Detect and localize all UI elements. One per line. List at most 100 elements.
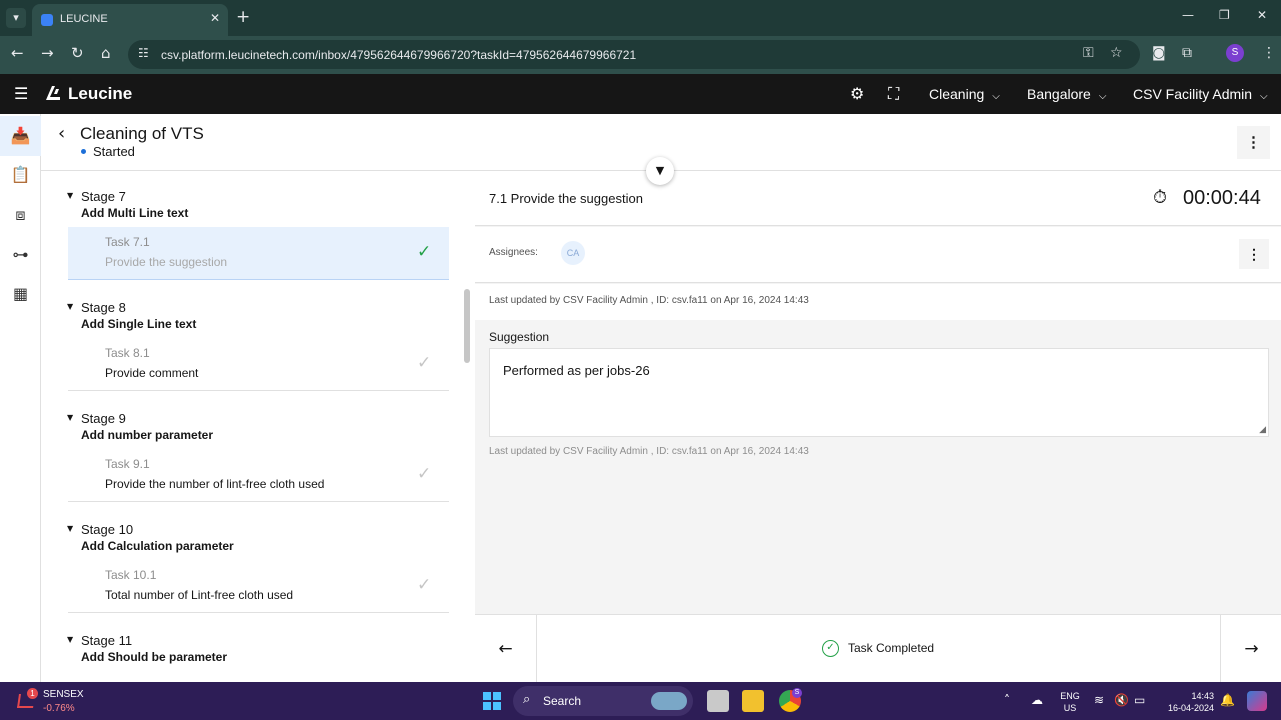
- chevron-down-icon: ⌵: [1098, 91, 1107, 102]
- reload-icon[interactable]: ↻: [71, 44, 84, 62]
- facility-label: Bangalore: [1027, 86, 1091, 102]
- task-view-icon[interactable]: [707, 690, 729, 712]
- user-menu[interactable]: CSV Facility Admin ⌵: [1133, 86, 1268, 102]
- stage-item: ▼ Stage 7 Add Multi Line text Task 7.1 P…: [41, 171, 461, 282]
- browser-tab-strip: ▾ LEUCINE ✕ + — ❐ ✕: [0, 0, 1281, 36]
- maximize-icon[interactable]: ❐: [1219, 8, 1230, 22]
- scrollbar-thumb[interactable]: [464, 289, 470, 363]
- scan-icon[interactable]: ⛶: [888, 84, 899, 104]
- check-icon: ✓: [417, 353, 432, 373]
- leucine-logo-icon: [46, 86, 60, 100]
- language-indicator[interactable]: ENG US: [1059, 690, 1081, 714]
- camera-icon[interactable]: ◙: [1152, 45, 1166, 61]
- chevron-down-icon: ⌵: [992, 91, 1000, 102]
- taskbar-search[interactable]: ⌕ Search: [513, 686, 693, 716]
- status-dot: [81, 149, 86, 154]
- facility-select[interactable]: Bangalore ⌵: [1027, 86, 1106, 102]
- caret-down-icon[interactable]: ▼: [67, 635, 73, 644]
- job-more-icon[interactable]: ⋮: [1237, 126, 1270, 159]
- previous-task-icon[interactable]: ←: [475, 615, 537, 683]
- url-text[interactable]: csv.platform.leucinetech.com/inbox/47956…: [161, 48, 636, 62]
- check-icon: ✓: [417, 464, 432, 484]
- stage-list: ▼ Stage 7 Add Multi Line text Task 7.1 P…: [41, 171, 461, 682]
- use-case-select[interactable]: Cleaning ⌵: [929, 86, 1000, 102]
- windows-start-icon[interactable]: [483, 692, 501, 710]
- extensions-icon[interactable]: ⧉: [1182, 45, 1192, 61]
- forward-icon[interactable]: →: [41, 44, 54, 62]
- collapse-header-icon[interactable]: ▼: [646, 157, 674, 185]
- calculator-icon[interactable]: ▦: [0, 274, 41, 314]
- bookmark-star-icon[interactable]: ☆: [1110, 45, 1123, 61]
- caret-down-icon[interactable]: ▼: [67, 191, 73, 200]
- onedrive-cloud-icon[interactable]: ☁: [1031, 693, 1043, 707]
- task-row[interactable]: Task 8.1 Provide comment ✓: [68, 338, 449, 391]
- search-highlight-icon: [651, 692, 687, 710]
- volume-muted-icon[interactable]: 🔇: [1114, 693, 1129, 707]
- stage-number: Stage 7: [81, 189, 126, 204]
- close-window-icon[interactable]: ✕: [1257, 8, 1267, 22]
- suggestion-textarea[interactable]: Performed as per jobs-26 ◢: [489, 348, 1269, 437]
- stock-name[interactable]: SENSEX: [43, 689, 84, 700]
- back-icon[interactable]: ←: [11, 44, 24, 62]
- resize-grip-icon[interactable]: ◢: [1259, 425, 1266, 435]
- suggestion-value[interactable]: Performed as per jobs-26: [503, 363, 650, 378]
- task-name: Total number of Lint-free cloth used: [105, 588, 294, 602]
- inbox-icon[interactable]: 📥: [0, 116, 41, 156]
- stage-name: Add Multi Line text: [81, 206, 189, 220]
- back-arrow-icon[interactable]: ‹: [58, 123, 65, 144]
- close-tab-icon[interactable]: ✕: [210, 11, 220, 25]
- check-circle-icon: ✓: [822, 640, 839, 657]
- new-tab-icon[interactable]: +: [236, 7, 250, 27]
- chevron-down-icon: ⌵: [1260, 91, 1268, 102]
- task-name: Provide the suggestion: [105, 255, 228, 269]
- notification-bell-icon[interactable]: 🔔: [1220, 693, 1235, 707]
- caret-down-icon[interactable]: ▼: [67, 524, 73, 533]
- job-status: Started: [93, 144, 135, 159]
- tab-title: LEUCINE: [60, 13, 108, 25]
- favicon-icon: [41, 14, 53, 26]
- os-taskbar: 1 SENSEX -0.76% ⌕ Search S ˄ ☁ ENG US ≋ …: [0, 682, 1281, 720]
- browser-menu-icon[interactable]: ⋮: [1262, 45, 1276, 61]
- task-number: Task 9.1: [105, 457, 150, 471]
- profile-avatar[interactable]: S: [1226, 44, 1244, 62]
- task-name: Provide the number of lint-free cloth us…: [105, 477, 325, 491]
- task-more-icon[interactable]: ⋮: [1239, 239, 1269, 269]
- next-task-icon[interactable]: →: [1220, 615, 1281, 683]
- address-bar[interactable]: ☷ csv.platform.leucinetech.com/inbox/479…: [128, 40, 1140, 69]
- task-row[interactable]: Task 9.1 Provide the number of lint-free…: [68, 449, 449, 502]
- stage-list-scrollbar[interactable]: [461, 171, 475, 682]
- ontology-icon[interactable]: ⧈: [0, 195, 41, 235]
- stage-item: ▼ Stage 11 Add Should be parameter: [41, 615, 461, 682]
- task-row[interactable]: Task 7.1 Provide the suggestion ✓: [68, 227, 449, 280]
- task-footer: ← ✓ Task Completed →: [475, 614, 1281, 683]
- caret-down-icon[interactable]: ▼: [67, 302, 73, 311]
- task-row[interactable]: Task 10.1 Total number of Lint-free clot…: [68, 560, 449, 613]
- checklist-icon[interactable]: 📋: [0, 155, 41, 195]
- caret-down-icon[interactable]: ▼: [67, 413, 73, 422]
- site-info-icon[interactable]: ☷: [138, 46, 149, 60]
- stopwatch-icon: ⏱: [1153, 187, 1168, 208]
- task-pane: 7.1 Provide the suggestion ⏱ 00:00:44 As…: [475, 171, 1281, 683]
- page-title: Cleaning of VTS: [80, 124, 204, 143]
- stage-item: ▼ Stage 9 Add number parameter Task 9.1 …: [41, 393, 461, 504]
- browser-toolbar: ← → ↻ ⌂ ☷ csv.platform.leucinetech.com/i…: [0, 36, 1281, 74]
- minimize-icon[interactable]: —: [1182, 8, 1194, 22]
- browser-tab[interactable]: LEUCINE ✕: [32, 4, 228, 36]
- system-clock[interactable]: 14:43 16-04-2024: [1160, 690, 1214, 714]
- hierarchy-icon[interactable]: ⊶: [0, 235, 41, 275]
- tab-list-icon[interactable]: ▾: [6, 8, 26, 28]
- hamburger-icon[interactable]: ☰: [14, 84, 28, 103]
- show-hidden-icons-icon[interactable]: ˄: [1004, 693, 1010, 707]
- home-icon[interactable]: ⌂: [101, 44, 111, 62]
- copilot-icon[interactable]: [1247, 691, 1267, 711]
- wifi-icon[interactable]: ≋: [1094, 693, 1104, 707]
- file-explorer-icon[interactable]: [742, 690, 764, 712]
- password-key-icon[interactable]: ⚿: [1083, 45, 1094, 61]
- assignees-label: Assignees:: [489, 247, 538, 258]
- settings-gear-icon[interactable]: ⚙: [850, 84, 864, 103]
- stage-name: Add Should be parameter: [81, 650, 228, 664]
- chrome-profile-badge: S: [792, 688, 802, 698]
- task-completed-label: Task Completed: [848, 641, 935, 655]
- assignee-avatar[interactable]: CA: [561, 241, 585, 265]
- battery-icon[interactable]: ▭: [1134, 693, 1145, 707]
